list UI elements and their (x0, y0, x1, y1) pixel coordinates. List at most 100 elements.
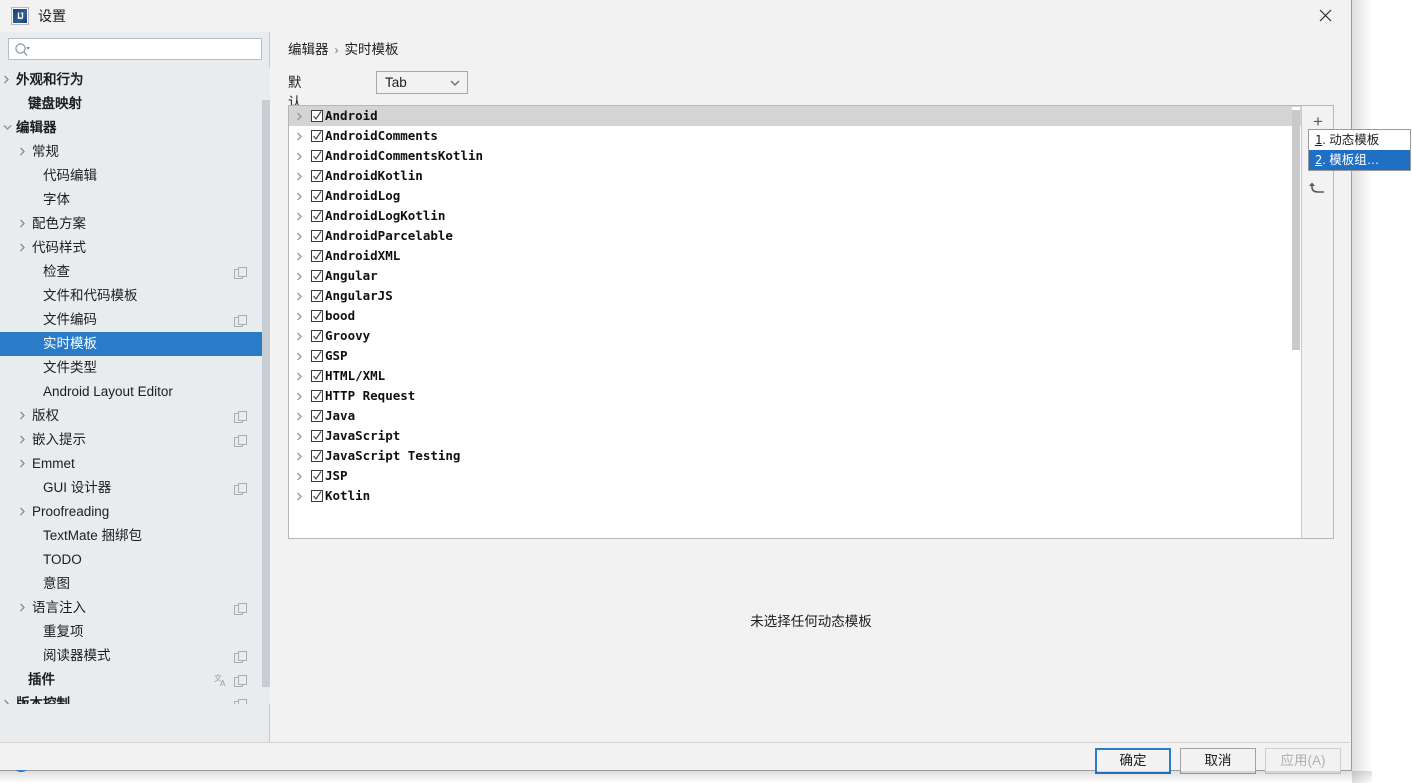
template-group-checkbox[interactable] (311, 170, 323, 182)
chevron-right-icon[interactable] (17, 428, 29, 452)
chevron-right-icon[interactable] (294, 226, 308, 246)
ok-button[interactable]: 确定 (1095, 748, 1171, 774)
chevron-right-icon[interactable] (294, 406, 308, 426)
chevron-right-icon[interactable] (17, 140, 29, 164)
chevron-right-icon[interactable] (294, 186, 308, 206)
chevron-right-icon[interactable] (17, 452, 29, 476)
chevron-right-icon[interactable] (17, 596, 29, 620)
chevron-right-icon[interactable] (17, 236, 29, 260)
template-group-row[interactable]: JavaScript Testing (289, 446, 1302, 466)
sidebar-item-16[interactable]: Emmet (0, 452, 262, 476)
popup-menu-item-2[interactable]: 2. 模板组… (1309, 150, 1410, 170)
template-group-checkbox[interactable] (311, 350, 323, 362)
template-group-row[interactable]: GSP (289, 346, 1302, 366)
template-group-row[interactable]: Java (289, 406, 1302, 426)
search-input[interactable] (35, 41, 255, 58)
template-group-checkbox[interactable] (311, 190, 323, 202)
template-group-checkbox[interactable] (311, 210, 323, 222)
template-group-row[interactable]: JSP (289, 466, 1302, 486)
default-expand-select[interactable]: Tab (376, 71, 468, 94)
chevron-right-icon[interactable] (17, 404, 29, 428)
sidebar-item-24[interactable]: 阅读器模式 (0, 644, 262, 668)
template-group-checkbox[interactable] (311, 150, 323, 162)
template-group-row[interactable]: AngularJS (289, 286, 1302, 306)
template-group-row[interactable]: JavaScript (289, 426, 1302, 446)
template-group-row[interactable]: HTML/XML (289, 366, 1302, 386)
sidebar-item-18[interactable]: Proofreading (0, 500, 262, 524)
sidebar-item-12[interactable]: 文件类型 (0, 356, 262, 380)
copy-settings-icon[interactable] (234, 673, 248, 687)
chevron-right-icon[interactable] (1, 692, 13, 704)
template-group-checkbox[interactable] (311, 490, 323, 502)
template-group-checkbox[interactable] (311, 370, 323, 382)
chevron-right-icon[interactable] (294, 486, 308, 506)
chevron-right-icon[interactable] (1, 68, 13, 92)
close-window-button[interactable] (1303, 0, 1348, 30)
sidebar-item-8[interactable]: 检查 (0, 260, 262, 284)
template-group-row[interactable]: AndroidCommentsKotlin (289, 146, 1302, 166)
chevron-right-icon[interactable] (294, 466, 308, 486)
template-group-checkbox[interactable] (311, 410, 323, 422)
chevron-right-icon[interactable] (294, 306, 308, 326)
chevron-right-icon[interactable] (294, 106, 308, 126)
add-template-popup-menu[interactable]: 1. 动态模板 2. 模板组… (1308, 129, 1411, 171)
sidebar-item-15[interactable]: 嵌入提示 (0, 428, 262, 452)
sidebar-item-6[interactable]: 配色方案 (0, 212, 262, 236)
sidebar-item-22[interactable]: 语言注入 (0, 596, 262, 620)
template-group-row[interactable]: Groovy (289, 326, 1302, 346)
template-group-checkbox[interactable] (311, 250, 323, 262)
chevron-right-icon[interactable] (294, 366, 308, 386)
template-group-row[interactable]: AndroidComments (289, 126, 1302, 146)
template-group-checkbox[interactable] (311, 230, 323, 242)
sidebar-item-2[interactable]: 编辑器 (0, 116, 262, 140)
sidebar-item-10[interactable]: 文件编码 (0, 308, 262, 332)
sidebar-scrollbar[interactable] (262, 68, 270, 704)
template-list-scrollbar[interactable] (1292, 107, 1300, 537)
template-group-row[interactable]: AndroidKotlin (289, 166, 1302, 186)
chevron-right-icon[interactable] (294, 146, 308, 166)
sidebar-item-13[interactable]: Android Layout Editor (0, 380, 262, 404)
sidebar-item-4[interactable]: 代码编辑 (0, 164, 262, 188)
chevron-right-icon[interactable] (294, 386, 308, 406)
copy-settings-icon[interactable] (234, 601, 248, 615)
chevron-down-icon[interactable] (1, 116, 13, 140)
template-group-checkbox[interactable] (311, 470, 323, 482)
template-group-row[interactable]: AndroidParcelable (289, 226, 1302, 246)
sidebar-item-23[interactable]: 重复项 (0, 620, 262, 644)
sidebar-item-26[interactable]: 版本控制 (0, 692, 262, 704)
copy-settings-icon[interactable] (234, 481, 248, 495)
settings-tree[interactable]: 外观和行为 键盘映射 编辑器 常规 代码编辑 字体 配色方案 代码样式 检查 文件和代码模板 文件编… (0, 68, 262, 704)
template-group-row[interactable]: AndroidLogKotlin (289, 206, 1302, 226)
revert-template-button[interactable] (1305, 174, 1331, 200)
chevron-right-icon[interactable] (294, 166, 308, 186)
chevron-right-icon[interactable] (294, 126, 308, 146)
template-group-checkbox[interactable] (311, 330, 323, 342)
template-group-row[interactable]: bood (289, 306, 1302, 326)
chevron-right-icon[interactable] (17, 500, 29, 524)
chevron-right-icon[interactable] (294, 266, 308, 286)
template-group-row[interactable]: HTTP Request (289, 386, 1302, 406)
template-group-checkbox[interactable] (311, 430, 323, 442)
template-group-checkbox[interactable] (311, 310, 323, 322)
sidebar-item-21[interactable]: 意图 (0, 572, 262, 596)
sidebar-item-19[interactable]: TextMate 捆绑包 (0, 524, 262, 548)
sidebar-item-1[interactable]: 键盘映射 (0, 92, 262, 116)
template-group-row[interactable]: AndroidLog (289, 186, 1302, 206)
cancel-button[interactable]: 取消 (1180, 748, 1256, 774)
copy-settings-icon[interactable] (234, 265, 248, 279)
sidebar-item-25[interactable]: 插件 文 A (0, 668, 262, 692)
template-group-row[interactable]: Kotlin (289, 486, 1302, 506)
popup-menu-item-1[interactable]: 1. 动态模板 (1309, 130, 1410, 150)
sidebar-item-7[interactable]: 代码样式 (0, 236, 262, 260)
sidebar-search-box[interactable] (8, 38, 262, 60)
template-group-row[interactable]: Angular (289, 266, 1302, 286)
breadcrumb-parent[interactable]: 编辑器 (288, 42, 329, 57)
sidebar-item-11[interactable]: 实时模板 (0, 332, 262, 356)
template-group-row[interactable]: Android (289, 106, 1302, 126)
template-groups-list[interactable]: Android AndroidComments AndroidCommentsKot… (289, 106, 1302, 538)
copy-settings-icon[interactable] (234, 433, 248, 447)
template-group-checkbox[interactable] (311, 130, 323, 142)
template-group-checkbox[interactable] (311, 110, 323, 122)
sidebar-item-9[interactable]: 文件和代码模板 (0, 284, 262, 308)
template-group-checkbox[interactable] (311, 390, 323, 402)
